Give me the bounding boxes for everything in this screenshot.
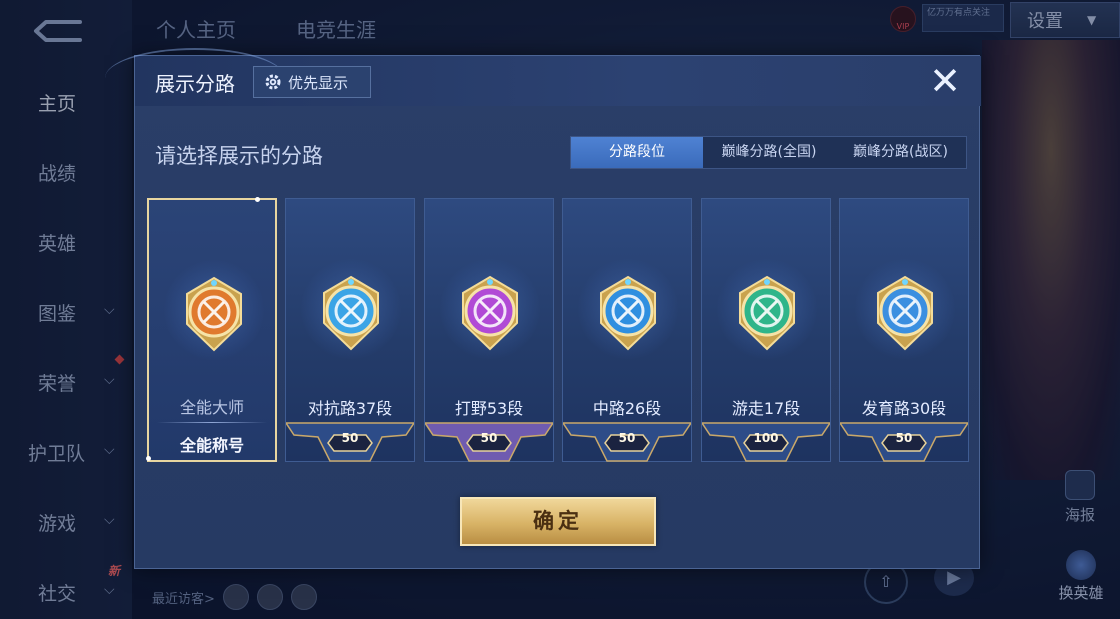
lane-card[interactable]: 游走17段 100 — [701, 198, 831, 462]
tab-peak-lane-national[interactable]: 巅峰分路(全国) — [703, 137, 835, 168]
rank-badge-value: 50 — [341, 431, 359, 445]
rank-badge-value: 50 — [480, 431, 498, 445]
roam-emblem — [739, 275, 795, 351]
tab-peak-lane-region[interactable]: 巅峰分路(战区) — [835, 137, 966, 168]
lane-rank-label: 发育路30段 — [861, 399, 947, 418]
divider — [157, 422, 267, 423]
rank-badge-value: 50 — [618, 431, 636, 445]
dialog-title: 展示分路 — [155, 72, 235, 96]
lane-card[interactable]: 中路26段 50 — [562, 198, 692, 462]
segment-control: 分路段位 巅峰分路(全国) 巅峰分路(战区) — [570, 136, 967, 169]
title-tag: 全能称号 — [179, 436, 244, 455]
confirm-button[interactable]: 确定 — [460, 497, 656, 546]
priority-display-button[interactable]: 优先显示 — [253, 66, 371, 98]
lane-rank-label: 全能大师 — [179, 398, 244, 417]
dialog-header: 展示分路 优先显示 ✕ — [105, 48, 981, 106]
lane-rank-label: 中路26段 — [592, 399, 662, 418]
lane-card[interactable]: 发育路30段 50 — [839, 198, 969, 462]
lane-rank-label: 游走17段 — [731, 399, 801, 418]
lane-card[interactable]: 全能大师 全能称号 — [146, 197, 277, 462]
lane-card-list: 全能大师 全能称号 对抗路37段 50 打野53段 50 中路26段 50 游走17段 100 发育… — [146, 197, 969, 464]
farm-lane-emblem — [877, 275, 933, 351]
priority-display-label: 优先显示 — [288, 73, 349, 92]
lane-card[interactable]: 打野53段 50 — [424, 198, 554, 462]
lane-rank-label: 对抗路37段 — [307, 399, 393, 418]
lane-rank-label: 打野53段 — [454, 399, 524, 418]
tab-lane-rank[interactable]: 分路段位 — [571, 137, 703, 168]
lane-card[interactable]: 对抗路37段 50 — [285, 198, 415, 462]
rank-badge-value: 50 — [895, 431, 913, 445]
corner-dot — [146, 456, 151, 461]
dialog-subtitle: 请选择展示的分路 — [155, 144, 323, 168]
jungle-emblem — [462, 275, 518, 351]
gear-icon — [265, 74, 281, 90]
rank-badge-value: 100 — [753, 431, 779, 445]
clash-lane-emblem — [323, 275, 379, 351]
all-round-emblem — [186, 276, 242, 352]
mid-lane-emblem — [600, 275, 656, 351]
corner-dot — [255, 197, 260, 202]
lane-display-dialog: 展示分路 优先显示 ✕ 请选择展示的分路 分路段位 巅峰分路(全国) 巅峰分路(… — [105, 48, 981, 569]
close-icon[interactable]: ✕ — [925, 62, 965, 102]
